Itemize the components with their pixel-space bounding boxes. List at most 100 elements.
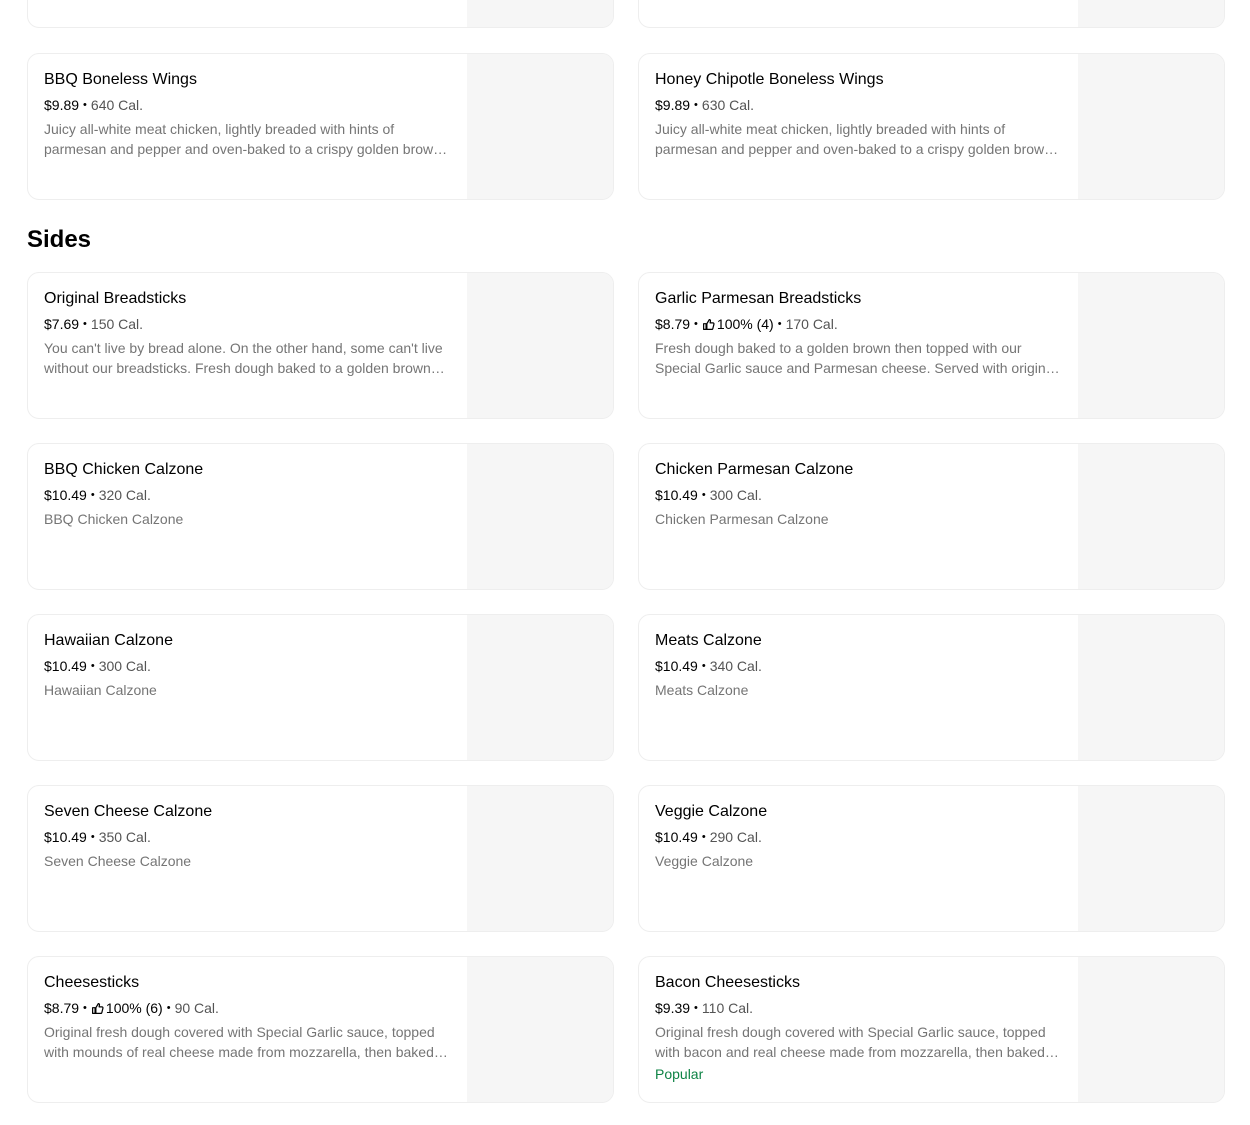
item-calories: 150 Cal. xyxy=(90,316,144,332)
item-meta: $10.49 • 320 Cal. xyxy=(44,485,451,505)
item-calories: 300 Cal. xyxy=(98,658,151,674)
item-name: Seven Cheese Calzone xyxy=(44,803,213,820)
separator-dot: • xyxy=(694,99,698,111)
item-meta: $9.89 • 630 Cal. xyxy=(655,95,1062,115)
item-meta: $10.49 • 340 Cal. xyxy=(655,656,1062,676)
item-description: Original fresh dough covered with Specia… xyxy=(655,1024,1061,1060)
menu-item-card[interactable] xyxy=(638,0,1225,28)
item-meta: $10.49 • 350 Cal. xyxy=(44,827,451,847)
separator-dot: • xyxy=(90,831,95,843)
item-price: $8.79 xyxy=(44,1000,80,1016)
item-price: $8.79 xyxy=(655,316,691,332)
separator-dot: • xyxy=(83,1002,87,1014)
wings-grid: BBQ Boneless Wings $9.89 • 640 Cal. Juic… xyxy=(27,53,1225,200)
rating-value: 100% (6) xyxy=(105,1000,163,1016)
item-calories: 90 Cal. xyxy=(174,1000,219,1016)
separator-dot: • xyxy=(777,318,782,330)
menu-item-card[interactable]: Hawaiian Calzone $10.49 • 300 Cal. Hawai… xyxy=(27,614,614,761)
item-calories: 290 Cal. xyxy=(709,829,762,845)
item-image-placeholder xyxy=(1078,957,1224,1102)
item-image-placeholder xyxy=(467,444,613,589)
item-calories: 350 Cal. xyxy=(98,829,151,845)
item-calories: 640 Cal. xyxy=(90,97,144,113)
item-name: Hawaiian Calzone xyxy=(44,632,173,649)
item-name: Meats Calzone xyxy=(655,632,762,649)
item-calories: 300 Cal. xyxy=(709,487,762,503)
item-description: Juicy all-white meat chicken, lightly br… xyxy=(44,121,445,157)
menu-item-card[interactable] xyxy=(27,0,614,28)
item-image-placeholder xyxy=(1078,0,1224,27)
menu-item-card[interactable]: BBQ Boneless Wings $9.89 • 640 Cal. Juic… xyxy=(27,53,614,200)
menu-item-card[interactable]: BBQ Chicken Calzone $10.49 • 320 Cal. BB… xyxy=(27,443,614,590)
item-image-placeholder xyxy=(467,0,613,27)
item-name: Veggie Calzone xyxy=(655,803,768,820)
item-price: $10.49 xyxy=(655,658,698,674)
item-description: Original fresh dough covered with Specia… xyxy=(44,1024,450,1060)
separator-dot: • xyxy=(701,831,706,843)
item-name: BBQ Boneless Wings xyxy=(44,71,197,88)
item-calories: 340 Cal. xyxy=(709,658,762,674)
menu-item-card[interactable]: Veggie Calzone $10.49 • 290 Cal. Veggie … xyxy=(638,785,1225,932)
item-price: $9.89 xyxy=(655,97,691,113)
separator-dot: • xyxy=(701,660,706,672)
item-meta: $8.79 • 100% (4) • 170 Cal. xyxy=(655,314,1062,334)
section-title-sides: Sides xyxy=(27,226,92,253)
item-image-placeholder xyxy=(1078,786,1224,931)
menu-item-card[interactable]: Chicken Parmesan Calzone $10.49 • 300 Ca… xyxy=(638,443,1225,590)
menu-item-card[interactable]: Original Breadsticks $7.69 • 150 Cal. Yo… xyxy=(27,272,614,419)
item-image-placeholder xyxy=(1078,615,1224,760)
previous-row xyxy=(27,0,1225,28)
separator-dot: • xyxy=(90,489,95,501)
thumbs-up-icon xyxy=(91,1002,104,1014)
item-calories: 110 Cal. xyxy=(701,1000,754,1016)
item-meta: $9.39 • 110 Cal. xyxy=(655,998,1062,1018)
item-name: BBQ Chicken Calzone xyxy=(44,461,204,478)
item-calories: 320 Cal. xyxy=(98,487,151,503)
menu-item-card[interactable]: Honey Chipotle Boneless Wings $9.89 • 63… xyxy=(638,53,1225,200)
item-price: $10.49 xyxy=(655,829,698,845)
item-meta: $8.79 • 100% (6) • 90 Cal. xyxy=(44,998,451,1018)
item-image-placeholder xyxy=(467,786,613,931)
item-price: $10.49 xyxy=(655,487,698,503)
item-price: $10.49 xyxy=(44,658,87,674)
item-name: Honey Chipotle Boneless Wings xyxy=(655,71,884,88)
item-price: $10.49 xyxy=(44,829,87,845)
menu-item-card[interactable]: Garlic Parmesan Breadsticks $8.79 • 100%… xyxy=(638,272,1225,419)
item-image-placeholder xyxy=(467,273,613,418)
separator-dot: • xyxy=(83,318,87,330)
separator-dot: • xyxy=(83,99,87,111)
item-meta: $10.49 • 290 Cal. xyxy=(655,827,1062,847)
item-price: $9.39 xyxy=(655,1000,691,1016)
item-image-placeholder xyxy=(1078,273,1224,418)
item-name: Cheesesticks xyxy=(44,974,140,991)
separator-dot: • xyxy=(694,318,698,330)
item-description: Juicy all-white meat chicken, lightly br… xyxy=(655,121,1056,157)
item-description: BBQ Chicken Calzone xyxy=(44,511,184,527)
thumbs-up-icon xyxy=(702,318,715,330)
menu-item-card[interactable]: Meats Calzone $10.49 • 340 Cal. Meats Ca… xyxy=(638,614,1225,761)
item-meta: $7.69 • 150 Cal. xyxy=(44,314,451,334)
item-description: Hawaiian Calzone xyxy=(44,682,157,698)
rating-value: 100% (4) xyxy=(716,316,774,332)
menu-item-card[interactable]: Cheesesticks $8.79 • 100% (6) • 90 Cal. … xyxy=(27,956,614,1103)
item-rating: 100% (4) xyxy=(702,314,774,334)
item-name: Garlic Parmesan Breadsticks xyxy=(655,290,862,307)
item-name: Bacon Cheesesticks xyxy=(655,974,800,991)
item-price: $9.89 xyxy=(44,97,80,113)
item-description: Chicken Parmesan Calzone xyxy=(655,511,829,527)
separator-dot: • xyxy=(166,1002,171,1014)
menu-item-card[interactable]: Seven Cheese Calzone $10.49 • 350 Cal. S… xyxy=(27,785,614,932)
popular-badge: Popular xyxy=(655,1066,704,1082)
menu-item-card[interactable]: Bacon Cheesesticks $9.39 • 110 Cal. Orig… xyxy=(638,956,1225,1103)
item-meta: $10.49 • 300 Cal. xyxy=(655,485,1062,505)
item-description: Seven Cheese Calzone xyxy=(44,853,192,869)
item-image-placeholder xyxy=(1078,444,1224,589)
item-description: Meats Calzone xyxy=(655,682,749,698)
item-rating: 100% (6) xyxy=(91,998,163,1018)
item-meta: $9.89 • 640 Cal. xyxy=(44,95,451,115)
item-description: Veggie Calzone xyxy=(655,853,754,869)
item-calories: 630 Cal. xyxy=(701,97,755,113)
item-image-placeholder xyxy=(1078,54,1224,199)
item-description: Fresh dough baked to a golden brown then… xyxy=(655,340,1057,376)
item-calories: 170 Cal. xyxy=(785,316,838,332)
